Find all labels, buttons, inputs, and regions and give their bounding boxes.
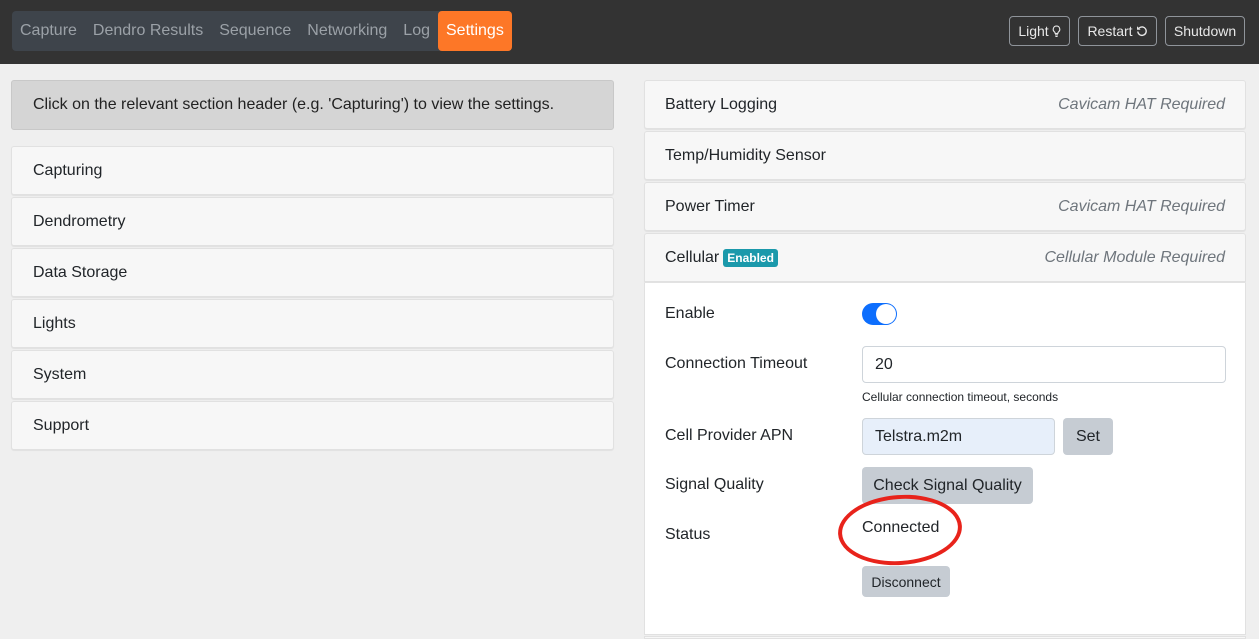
section-title: Power Timer <box>665 197 755 215</box>
tab-networking[interactable]: Networking <box>299 11 395 51</box>
light-button-label: Light <box>1018 23 1049 39</box>
lightbulb-icon <box>1052 24 1061 38</box>
disconnect-button[interactable]: Disconnect <box>862 566 950 597</box>
apn-label: Cell Provider APN <box>665 427 794 444</box>
status-label: Status <box>665 526 711 543</box>
enable-label: Enable <box>665 305 715 322</box>
section-battery-logging[interactable]: Battery Logging Cavicam HAT Required <box>644 80 1246 129</box>
restart-button-label: Restart <box>1087 23 1133 39</box>
enabled-badge: Enabled <box>723 248 778 267</box>
status-value: Connected <box>862 519 940 536</box>
apn-input[interactable]: Telstra.m2m <box>862 418 1055 455</box>
connection-timeout-input[interactable]: 20 <box>862 346 1226 383</box>
tab-settings[interactable]: Settings <box>438 11 512 51</box>
section-title: Temp/Humidity Sensor <box>665 146 826 164</box>
scrollbar-gutter <box>1246 64 1259 639</box>
tab-dendro-results[interactable]: Dendro Results <box>85 11 211 51</box>
section-capturing[interactable]: Capturing <box>11 146 614 195</box>
requirement-note: Cavicam HAT Required <box>1058 197 1225 215</box>
section-system[interactable]: System <box>11 350 614 399</box>
cellular-settings-panel: Enable Connection Timeout 20 Cellular co… <box>644 283 1246 635</box>
toggle-knob <box>876 304 896 324</box>
tab-log[interactable]: Log <box>395 11 438 51</box>
settings-info-box: Click on the relevant section header (e.… <box>11 80 614 130</box>
section-power-timer[interactable]: Power Timer Cavicam HAT Required <box>644 182 1246 231</box>
nav-tabs: Capture Dendro Results Sequence Networki… <box>12 11 512 51</box>
connection-timeout-label: Connection Timeout <box>665 355 808 372</box>
section-title: Battery Logging <box>665 95 778 113</box>
shutdown-button[interactable]: Shutdown <box>1165 16 1245 46</box>
section-dendrometry[interactable]: Dendrometry <box>11 197 614 246</box>
restart-icon <box>1136 25 1148 37</box>
requirement-note: Cavicam HAT Required <box>1058 95 1225 113</box>
requirement-note: Cellular Module Required <box>1044 248 1225 266</box>
connection-timeout-help: Cellular connection timeout, seconds <box>862 390 1059 404</box>
section-title: Cellular <box>665 248 720 266</box>
section-cellular[interactable]: Cellular Enabled Cellular Module Require… <box>644 233 1246 282</box>
enable-toggle[interactable] <box>862 303 897 325</box>
section-data-storage[interactable]: Data Storage <box>11 248 614 297</box>
section-temp-humidity-sensor[interactable]: Temp/Humidity Sensor <box>644 131 1246 180</box>
set-apn-button[interactable]: Set <box>1063 418 1113 455</box>
section-support[interactable]: Support <box>11 401 614 450</box>
top-navbar: Capture Dendro Results Sequence Networki… <box>0 0 1259 64</box>
restart-button[interactable]: Restart <box>1078 16 1157 46</box>
light-button[interactable]: Light <box>1009 16 1070 46</box>
section-lights[interactable]: Lights <box>11 299 614 348</box>
check-signal-quality-button[interactable]: Check Signal Quality <box>862 467 1033 504</box>
tab-sequence[interactable]: Sequence <box>211 11 299 51</box>
tab-capture[interactable]: Capture <box>12 11 85 51</box>
signal-quality-label: Signal Quality <box>665 476 764 493</box>
